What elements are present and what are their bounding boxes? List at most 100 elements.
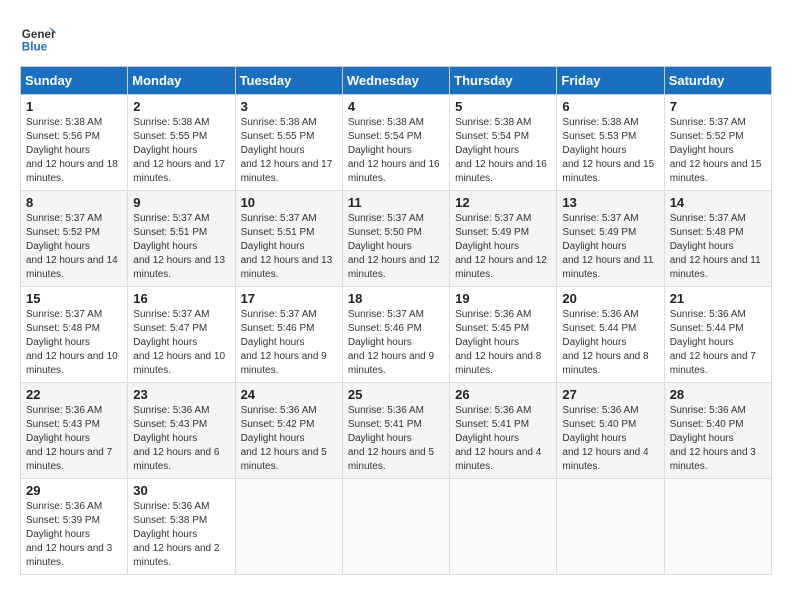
day-cell-9: 9 Sunrise: 5:37 AMSunset: 5:51 PMDayligh… [128, 191, 235, 287]
day-cell-21: 21 Sunrise: 5:36 AMSunset: 5:44 PMDaylig… [664, 287, 771, 383]
day-cell-6: 6 Sunrise: 5:38 AMSunset: 5:53 PMDayligh… [557, 95, 664, 191]
day-cell-26: 26 Sunrise: 5:36 AMSunset: 5:41 PMDaylig… [450, 383, 557, 479]
day-number: 7 [670, 99, 766, 114]
day-info: Sunrise: 5:38 AMSunset: 5:54 PMDaylight … [348, 117, 440, 184]
day-info: Sunrise: 5:37 AMSunset: 5:49 PMDaylight … [562, 213, 653, 280]
day-info: Sunrise: 5:37 AMSunset: 5:48 PMDaylight … [670, 213, 761, 280]
day-number: 18 [348, 291, 444, 306]
day-cell-7: 7 Sunrise: 5:37 AMSunset: 5:52 PMDayligh… [664, 95, 771, 191]
day-cell-10: 10 Sunrise: 5:37 AMSunset: 5:51 PMDaylig… [235, 191, 342, 287]
empty-cell-w4-d6 [664, 479, 771, 575]
empty-cell-w4-d4 [450, 479, 557, 575]
header-thursday: Thursday [450, 67, 557, 95]
day-number: 23 [133, 387, 229, 402]
day-cell-27: 27 Sunrise: 5:36 AMSunset: 5:40 PMDaylig… [557, 383, 664, 479]
day-info: Sunrise: 5:36 AMSunset: 5:44 PMDaylight … [670, 309, 756, 376]
calendar-header-row: SundayMondayTuesdayWednesdayThursdayFrid… [21, 67, 772, 95]
day-cell-14: 14 Sunrise: 5:37 AMSunset: 5:48 PMDaylig… [664, 191, 771, 287]
header-tuesday: Tuesday [235, 67, 342, 95]
day-number: 25 [348, 387, 444, 402]
day-cell-25: 25 Sunrise: 5:36 AMSunset: 5:41 PMDaylig… [342, 383, 449, 479]
day-info: Sunrise: 5:36 AMSunset: 5:38 PMDaylight … [133, 501, 219, 568]
day-info: Sunrise: 5:36 AMSunset: 5:45 PMDaylight … [455, 309, 541, 376]
day-number: 16 [133, 291, 229, 306]
day-cell-24: 24 Sunrise: 5:36 AMSunset: 5:42 PMDaylig… [235, 383, 342, 479]
day-number: 4 [348, 99, 444, 114]
header-monday: Monday [128, 67, 235, 95]
day-number: 11 [348, 195, 444, 210]
day-number: 17 [241, 291, 337, 306]
day-cell-19: 19 Sunrise: 5:36 AMSunset: 5:45 PMDaylig… [450, 287, 557, 383]
day-cell-2: 2 Sunrise: 5:38 AMSunset: 5:55 PMDayligh… [128, 95, 235, 191]
day-cell-3: 3 Sunrise: 5:38 AMSunset: 5:55 PMDayligh… [235, 95, 342, 191]
week-row-3: 15 Sunrise: 5:37 AMSunset: 5:48 PMDaylig… [21, 287, 772, 383]
svg-text:Blue: Blue [22, 41, 48, 54]
day-cell-22: 22 Sunrise: 5:36 AMSunset: 5:43 PMDaylig… [21, 383, 128, 479]
empty-cell-w4-d2 [235, 479, 342, 575]
day-info: Sunrise: 5:37 AMSunset: 5:51 PMDaylight … [241, 213, 333, 280]
week-row-4: 22 Sunrise: 5:36 AMSunset: 5:43 PMDaylig… [21, 383, 772, 479]
day-info: Sunrise: 5:38 AMSunset: 5:56 PMDaylight … [26, 117, 118, 184]
day-info: Sunrise: 5:37 AMSunset: 5:49 PMDaylight … [455, 213, 547, 280]
day-cell-5: 5 Sunrise: 5:38 AMSunset: 5:54 PMDayligh… [450, 95, 557, 191]
day-cell-20: 20 Sunrise: 5:36 AMSunset: 5:44 PMDaylig… [557, 287, 664, 383]
day-number: 21 [670, 291, 766, 306]
day-number: 15 [26, 291, 122, 306]
logo: General Blue [20, 20, 56, 56]
day-cell-16: 16 Sunrise: 5:37 AMSunset: 5:47 PMDaylig… [128, 287, 235, 383]
day-number: 1 [26, 99, 122, 114]
header-saturday: Saturday [664, 67, 771, 95]
day-number: 3 [241, 99, 337, 114]
header-sunday: Sunday [21, 67, 128, 95]
day-cell-15: 15 Sunrise: 5:37 AMSunset: 5:48 PMDaylig… [21, 287, 128, 383]
day-number: 8 [26, 195, 122, 210]
day-cell-28: 28 Sunrise: 5:36 AMSunset: 5:40 PMDaylig… [664, 383, 771, 479]
header-friday: Friday [557, 67, 664, 95]
day-number: 29 [26, 483, 122, 498]
day-number: 5 [455, 99, 551, 114]
day-number: 26 [455, 387, 551, 402]
day-info: Sunrise: 5:36 AMSunset: 5:39 PMDaylight … [26, 501, 112, 568]
day-info: Sunrise: 5:36 AMSunset: 5:40 PMDaylight … [670, 405, 756, 472]
day-cell-29: 29 Sunrise: 5:36 AMSunset: 5:39 PMDaylig… [21, 479, 128, 575]
svg-text:General: General [22, 28, 56, 41]
day-info: Sunrise: 5:36 AMSunset: 5:42 PMDaylight … [241, 405, 327, 472]
day-info: Sunrise: 5:37 AMSunset: 5:48 PMDaylight … [26, 309, 118, 376]
day-number: 10 [241, 195, 337, 210]
day-info: Sunrise: 5:37 AMSunset: 5:52 PMDaylight … [670, 117, 762, 184]
empty-cell-w4-d3 [342, 479, 449, 575]
week-row-1: 1 Sunrise: 5:38 AMSunset: 5:56 PMDayligh… [21, 95, 772, 191]
day-number: 9 [133, 195, 229, 210]
day-info: Sunrise: 5:36 AMSunset: 5:43 PMDaylight … [133, 405, 219, 472]
empty-cell-w4-d5 [557, 479, 664, 575]
day-number: 12 [455, 195, 551, 210]
day-number: 27 [562, 387, 658, 402]
day-number: 24 [241, 387, 337, 402]
day-number: 20 [562, 291, 658, 306]
day-number: 2 [133, 99, 229, 114]
day-info: Sunrise: 5:37 AMSunset: 5:51 PMDaylight … [133, 213, 225, 280]
day-number: 6 [562, 99, 658, 114]
day-info: Sunrise: 5:37 AMSunset: 5:52 PMDaylight … [26, 213, 118, 280]
day-cell-4: 4 Sunrise: 5:38 AMSunset: 5:54 PMDayligh… [342, 95, 449, 191]
day-info: Sunrise: 5:37 AMSunset: 5:47 PMDaylight … [133, 309, 225, 376]
day-info: Sunrise: 5:38 AMSunset: 5:54 PMDaylight … [455, 117, 547, 184]
day-info: Sunrise: 5:37 AMSunset: 5:46 PMDaylight … [241, 309, 327, 376]
day-info: Sunrise: 5:36 AMSunset: 5:43 PMDaylight … [26, 405, 112, 472]
day-cell-18: 18 Sunrise: 5:37 AMSunset: 5:46 PMDaylig… [342, 287, 449, 383]
day-info: Sunrise: 5:38 AMSunset: 5:55 PMDaylight … [133, 117, 225, 184]
day-cell-8: 8 Sunrise: 5:37 AMSunset: 5:52 PMDayligh… [21, 191, 128, 287]
day-number: 22 [26, 387, 122, 402]
day-cell-23: 23 Sunrise: 5:36 AMSunset: 5:43 PMDaylig… [128, 383, 235, 479]
day-info: Sunrise: 5:37 AMSunset: 5:46 PMDaylight … [348, 309, 434, 376]
day-info: Sunrise: 5:36 AMSunset: 5:41 PMDaylight … [455, 405, 541, 472]
day-info: Sunrise: 5:36 AMSunset: 5:40 PMDaylight … [562, 405, 648, 472]
page-header: General Blue [20, 20, 772, 56]
day-cell-1: 1 Sunrise: 5:38 AMSunset: 5:56 PMDayligh… [21, 95, 128, 191]
day-number: 19 [455, 291, 551, 306]
day-number: 13 [562, 195, 658, 210]
day-number: 14 [670, 195, 766, 210]
day-cell-12: 12 Sunrise: 5:37 AMSunset: 5:49 PMDaylig… [450, 191, 557, 287]
week-row-5: 29 Sunrise: 5:36 AMSunset: 5:39 PMDaylig… [21, 479, 772, 575]
logo-icon: General Blue [20, 20, 56, 56]
